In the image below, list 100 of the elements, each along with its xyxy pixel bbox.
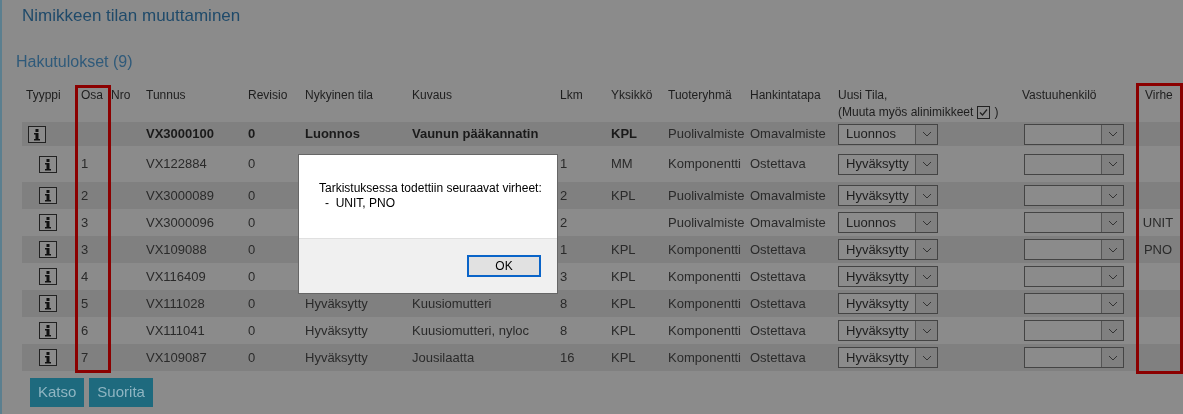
column-header: Hankintatapa (750, 87, 821, 104)
table-cell-text: VX109088 (146, 240, 207, 259)
dropdown[interactable] (1024, 347, 1124, 368)
dropdown[interactable] (1024, 212, 1124, 233)
results-heading: Hakutulokset (9) (16, 52, 134, 72)
table-cell-text: Omavalmiste (750, 213, 826, 232)
table-cell-text: Puolivalmiste (668, 186, 745, 205)
dropdown[interactable]: Hyväksytty (838, 185, 938, 206)
column-header: Tyyppi (26, 87, 61, 104)
dropdown[interactable]: Hyväksytty (838, 153, 938, 175)
table-cell-text: 4 (81, 267, 89, 286)
info-icon[interactable] (39, 187, 57, 204)
table-cell-text: 2 (560, 213, 568, 232)
ok-button[interactable]: OK (467, 255, 541, 277)
column-note: (Muuta myös alinimikkeet (838, 104, 974, 121)
dropdown[interactable] (1024, 153, 1124, 175)
table-cell-text: 3 (81, 240, 89, 259)
table-cell-text: 0 (248, 186, 256, 205)
dropdown[interactable] (1024, 185, 1124, 206)
table-cell-text: VX122884 (146, 155, 207, 174)
table-cell-text: KPL (611, 294, 636, 313)
column-note: ) (994, 104, 999, 121)
table-cell-text: Hyväksytty (305, 294, 368, 313)
table-cell-text: Puolivalmiste (668, 213, 745, 232)
column-header: Osa (81, 87, 103, 104)
dropdown[interactable]: Luonnos (838, 123, 938, 145)
table-cell-text: 1 (560, 155, 568, 174)
table-cell-text: VX3000100 (146, 125, 214, 144)
table-cell-text: VX109087 (146, 348, 207, 367)
table-cell-text: Ostettava (750, 155, 806, 174)
dropdown[interactable]: Luonnos (838, 212, 938, 233)
table-cell-text: MM (611, 155, 633, 174)
table-cell-text: VX111028 (146, 294, 205, 313)
table-cell-text: Omavalmiste (750, 186, 826, 205)
table-cell-text: Komponentti (668, 240, 741, 259)
table-cell-text: 2 (81, 186, 89, 205)
table-cell-text: Komponentti (668, 348, 741, 367)
dropdown[interactable] (1024, 320, 1124, 341)
table-cell-text: Ostettava (750, 348, 806, 367)
table-cell-text: Komponentti (668, 294, 741, 313)
dropdown[interactable]: Hyväksytty (838, 347, 938, 368)
action-button[interactable]: Suorita (89, 378, 153, 407)
column-header: Nro (111, 87, 131, 104)
dropdown[interactable] (1024, 293, 1124, 314)
dropdown[interactable] (1024, 266, 1124, 287)
dropdown[interactable]: Hyväksytty (838, 293, 938, 314)
info-icon[interactable] (39, 268, 57, 285)
table-cell-text: Hyväksytty (305, 348, 368, 367)
info-icon[interactable] (28, 125, 46, 143)
table-cell-text: 16 (560, 348, 575, 367)
column-header: Tunnus (146, 87, 186, 104)
table-cell-text: KPL (611, 240, 636, 259)
table-cell-text: Omavalmiste (750, 125, 826, 144)
table-cell-text: Komponentti (668, 267, 741, 286)
table-cell-text: UNIT (1142, 213, 1174, 232)
table-cell-text: 0 (248, 155, 256, 174)
table-cell-text: Kuusiomutteri, nyloc (412, 321, 530, 340)
table-cell-text: 3 (560, 267, 568, 286)
info-icon[interactable] (39, 322, 57, 339)
column-header: Nykyinen tila (305, 87, 374, 104)
table-cell-text: 0 (248, 125, 256, 144)
table-cell-text: 8 (560, 294, 568, 313)
table-cell-text: 5 (81, 294, 89, 313)
dropdown[interactable]: Hyväksytty (838, 266, 938, 287)
table-cell-text: Ostettava (750, 267, 806, 286)
info-icon[interactable] (39, 155, 57, 173)
info-icon[interactable] (39, 241, 57, 258)
info-icon[interactable] (39, 295, 57, 312)
column-header: Tuoteryhmä (668, 87, 732, 104)
column-header: Kuvaus (412, 87, 453, 104)
dropdown[interactable]: Hyväksytty (838, 239, 938, 260)
checkbox[interactable] (977, 106, 991, 119)
info-icon[interactable] (39, 349, 57, 366)
column-header: Lkm (560, 87, 583, 104)
column-header: Virhe (1145, 87, 1173, 104)
table-cell-text: Ostettava (750, 240, 806, 259)
dropdown[interactable] (1024, 239, 1124, 260)
column-header: Yksikkö (611, 87, 653, 104)
dropdown[interactable]: Hyväksytty (838, 320, 938, 341)
column-header: Uusi Tila, (838, 87, 888, 104)
column-header: Revisio (248, 87, 288, 104)
table-cell-text: Puolivalmiste (668, 125, 745, 144)
table-cell-text: Jousilaatta (412, 348, 475, 367)
table-cell-text: Vaunun pääkannatin (412, 125, 539, 144)
table-cell-text: 0 (248, 267, 256, 286)
table-cell-text: 3 (81, 213, 89, 232)
table-cell-text: KPL (611, 125, 637, 144)
info-icon[interactable] (39, 214, 57, 231)
table-cell-text: 0 (248, 294, 256, 313)
table-cell-text: Ostettava (750, 321, 806, 340)
dialog-detail: - UNIT, PNO (324, 196, 396, 211)
action-button[interactable]: Katso (30, 378, 85, 407)
table-cell-text: Komponentti (668, 321, 741, 340)
table-cell-text: VX3000089 (146, 186, 214, 205)
table-cell-text: Komponentti (668, 155, 741, 174)
table-cell-text: KPL (611, 267, 636, 286)
dropdown[interactable] (1024, 123, 1124, 145)
table-cell-text: Luonnos (305, 125, 360, 144)
table-cell-text: 7 (81, 348, 89, 367)
table-cell-text: Ostettava (750, 294, 806, 313)
